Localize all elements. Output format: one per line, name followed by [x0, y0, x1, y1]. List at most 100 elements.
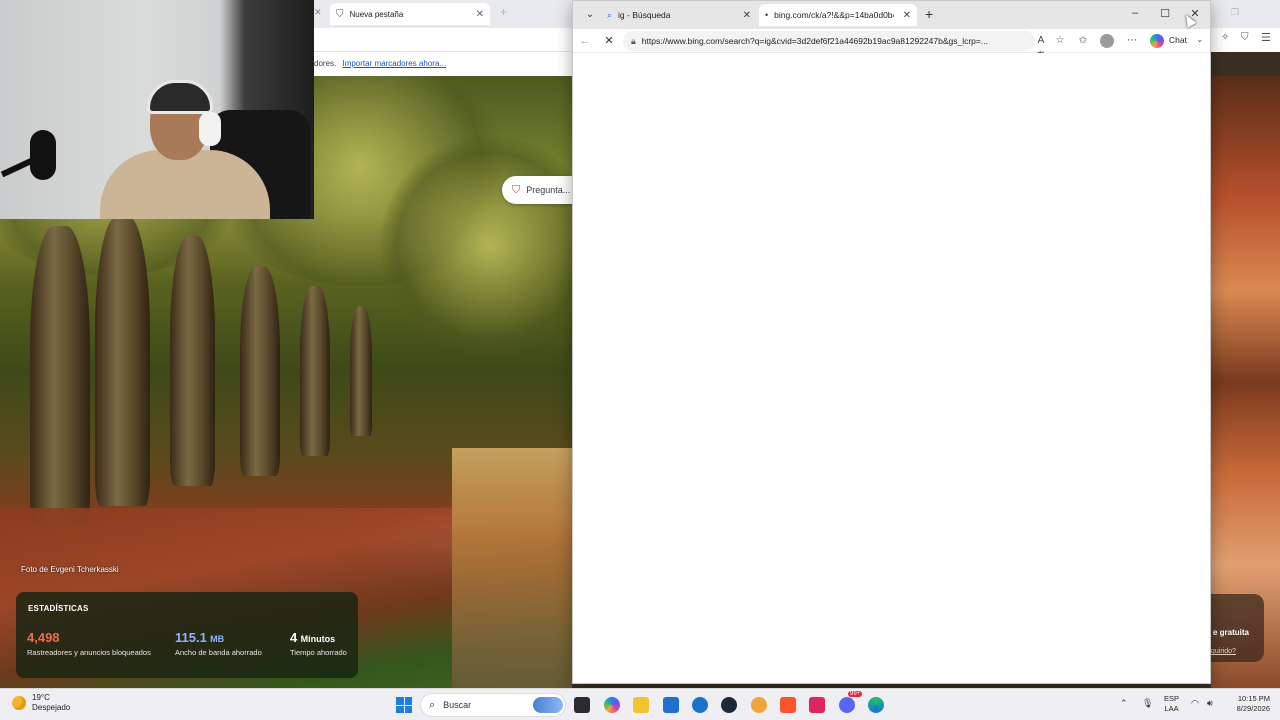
edge-icon[interactable] — [868, 697, 884, 713]
favorite-star-icon[interactable]: ☆ — [1052, 33, 1068, 49]
new-tab-icon[interactable]: + — [500, 5, 507, 19]
lang-code: ESP — [1164, 694, 1180, 703]
tiktok-icon[interactable] — [809, 697, 825, 713]
tree-trunk — [350, 306, 372, 436]
background-toolbar — [314, 28, 573, 52]
close-icon[interactable]: ✕ — [743, 10, 751, 21]
language-indicator[interactable]: ESP LAA — [1164, 694, 1179, 714]
loading-dot-icon: • — [765, 10, 769, 20]
person-body — [100, 150, 270, 219]
bandwidth-unit: MB — [210, 634, 225, 644]
import-bookmarks-link[interactable]: Importar marcadores ahora... — [342, 59, 446, 68]
address-bar[interactable]: 🔒︎ https://www.bing.com/search?q=ig&cvid… — [623, 31, 1035, 51]
clock-date: 8/29/2026 — [1236, 704, 1270, 713]
tree-trunk — [300, 286, 330, 456]
promo-button[interactable]: e gratuita — [1211, 623, 1255, 643]
clock[interactable]: 10:15 PM 8/29/2026 — [1222, 694, 1270, 714]
wifi-icon[interactable]: ◠ — [1191, 698, 1199, 709]
stat-bandwidth: 115.1 MB Ancho de banda ahorrado — [175, 630, 262, 657]
background-tab-new[interactable]: ⛉ Nueva pestaña ✕ — [330, 3, 490, 25]
promo-link[interactable]: quirido? — [1211, 648, 1236, 655]
tab-actions-icon[interactable]: ⌄ — [581, 7, 599, 23]
maximize-icon[interactable]: ☐ — [1157, 7, 1173, 20]
tree-trunk — [170, 236, 215, 486]
profile-avatar[interactable] — [1100, 34, 1114, 48]
tab-title: bing.com/ck/a?!&&p=14ba0d0b4 — [774, 10, 895, 20]
minimize-icon[interactable]: – — [1127, 7, 1143, 19]
edge-toolbar: ← ✕ 🔒︎ https://www.bing.com/search?q=ig&… — [573, 29, 1210, 62]
stats-title: ESTADÍSTICAS — [28, 604, 89, 613]
search-icon: ⌕ — [607, 9, 613, 20]
keyboard-layout: LAA — [1164, 704, 1179, 713]
microsoft-store-icon[interactable] — [663, 697, 679, 713]
close-icon[interactable]: ✕ — [903, 10, 911, 21]
close-icon[interactable]: ✕ — [476, 9, 484, 20]
page-content-blank — [573, 53, 1210, 683]
weather-desc: Despejado — [32, 703, 71, 712]
chevron-down-icon[interactable]: ⌄ — [1196, 34, 1204, 45]
search-placeholder: Buscar — [443, 700, 472, 710]
discord-icon[interactable]: 99+ — [839, 691, 863, 713]
brave-icon[interactable] — [780, 697, 796, 713]
windows-start-icon[interactable] — [396, 697, 412, 713]
brave-shield-icon: ⛉ — [336, 8, 344, 20]
chevron-up-icon[interactable]: ⌃ — [1120, 698, 1128, 709]
brave-shield-icon[interactable]: ⛉ — [1241, 32, 1249, 43]
outlook-icon[interactable] — [692, 697, 708, 713]
steam-icon[interactable] — [721, 697, 737, 713]
time-unit: Minutos — [300, 634, 336, 644]
task-view-icon[interactable] — [574, 697, 590, 713]
more-options-icon[interactable]: ⋯ — [1124, 33, 1140, 49]
back-icon[interactable]: ← — [577, 33, 593, 49]
close-icon[interactable]: ✕ — [314, 7, 322, 18]
tree-trunk — [30, 226, 90, 526]
extension-icon[interactable]: ✧ — [1221, 32, 1229, 43]
bandwidth-value: 115.1 — [175, 630, 207, 645]
taskbar-search[interactable]: ⌕ Buscar — [420, 693, 566, 717]
weather-widget[interactable]: 19°C Despejado — [12, 693, 70, 713]
stats-card: ESTADÍSTICAS 4,498 Rastreadores y anunci… — [16, 592, 358, 678]
moon-icon — [12, 696, 26, 710]
chat-button[interactable]: Chat — [1169, 35, 1187, 45]
brave-search-pill[interactable]: ⛉ Pregunta... — [502, 176, 572, 204]
tab-bing-redirect[interactable]: • bing.com/ck/a?!&&p=14ba0d0b4 ✕ — [759, 4, 917, 26]
tab-title: Nueva pestaña — [349, 9, 404, 19]
brave-lion-icon: ⛉ — [512, 183, 521, 196]
file-explorer-icon[interactable] — [633, 697, 649, 713]
clock-time: 10:15 PM — [1237, 694, 1270, 703]
photo-credit[interactable]: Foto de Evgeni Tcherkasski — [21, 565, 119, 574]
time-value: 4 — [290, 630, 298, 645]
read-aloud-icon[interactable]: Aあ — [1033, 33, 1049, 62]
river — [452, 448, 572, 688]
time-label: Tiempo ahorrado — [290, 648, 347, 657]
bandwidth-label: Ancho de banda ahorrado — [175, 648, 262, 657]
copilot-icon[interactable] — [604, 697, 620, 713]
address-url: https://www.bing.com/search?q=ig&cvid=3d… — [641, 36, 988, 46]
tab-search[interactable]: ⌕ ig - Búsqueda ✕ — [601, 4, 757, 26]
bookmarks-bar: dores. Importar marcadores ahora... — [314, 52, 573, 76]
volume-icon[interactable]: 🔊︎ — [1207, 698, 1213, 709]
lock-icon: 🔒︎ — [631, 35, 636, 46]
background-tabstrip-right: ❐ — [1211, 0, 1280, 28]
recording-app-icon[interactable] — [751, 697, 767, 713]
search-highlight-icon — [533, 697, 563, 713]
weather-temp: 19°C — [32, 693, 50, 702]
copilot-icon[interactable] — [1150, 34, 1164, 48]
trackers-label: Rastreadores y anuncios bloqueados — [27, 648, 151, 657]
microphone-icon[interactable]: 🎙︎ — [1142, 698, 1153, 709]
background-toolbar-right: ✧ ⛉ ☰ — [1211, 28, 1280, 52]
tree-trunk — [240, 266, 280, 476]
restore-icon[interactable]: ❐ — [1231, 7, 1239, 18]
favorites-icon[interactable]: ✩ — [1075, 33, 1091, 49]
stop-loading-icon[interactable]: ✕ — [601, 33, 617, 49]
stat-trackers: 4,498 Rastreadores y anuncios bloqueados — [27, 630, 151, 657]
menu-icon[interactable]: ☰ — [1261, 31, 1271, 44]
microphone — [30, 130, 56, 180]
headset — [199, 112, 221, 146]
new-tab-icon[interactable]: + — [925, 6, 933, 22]
cap — [147, 80, 213, 114]
trackers-value: 4,498 — [27, 630, 60, 645]
edge-window: ⌄ ⌕ ig - Búsqueda ✕ • bing.com/ck/a?!&&p… — [572, 0, 1211, 684]
edge-tabstrip: ⌄ ⌕ ig - Búsqueda ✕ • bing.com/ck/a?!&&p… — [573, 1, 1210, 29]
tab-title: ig - Búsqueda — [618, 10, 671, 20]
